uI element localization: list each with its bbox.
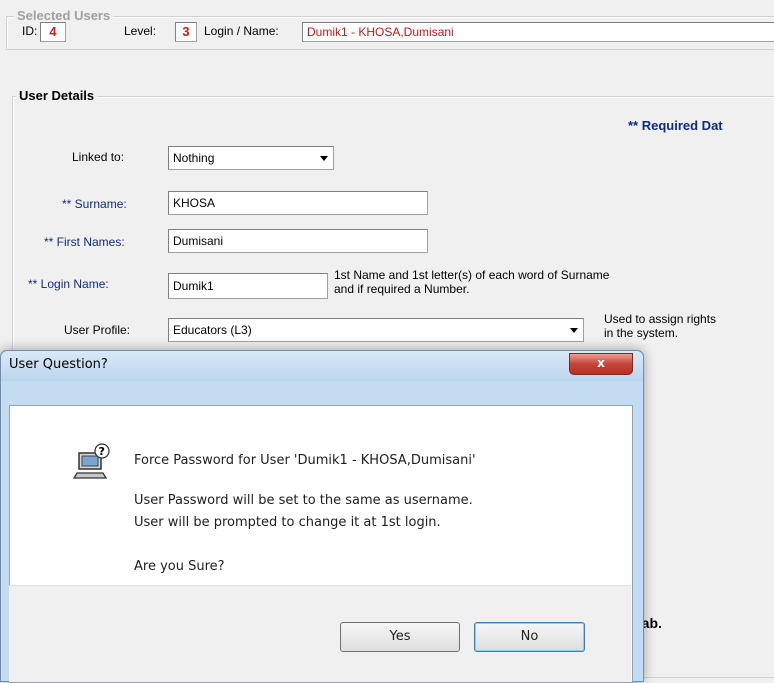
computer-question-icon: ? [72,443,113,483]
level-value: 3 [175,22,197,42]
user-profile-hint-2: in the system. [604,326,679,340]
login-name-input[interactable]: Dumik1 [168,273,328,299]
login-name-label-top: Login / Name: [204,24,279,38]
login-name-hint-2: and if required a Number. [334,282,470,296]
dialog-message-line4: Are you Sure? [134,559,225,574]
yes-button[interactable]: Yes [340,622,460,652]
no-button[interactable]: No [474,622,585,652]
login-name-hint-1: 1st Name and 1st letter(s) of each word … [334,268,610,282]
svg-text:?: ? [99,445,105,458]
chevron-down-icon[interactable] [566,322,582,338]
linked-to-select[interactable]: Nothing [168,146,334,170]
linked-to-value: Nothing [173,151,215,165]
close-button[interactable]: x [569,353,633,375]
dialog-message-line1: Force Password for User 'Dumik1 - KHOSA,… [134,453,476,468]
id-label: ID: [22,24,38,38]
user-details-legend: User Details [16,88,98,103]
login-name-label: ** Login Name: [28,277,109,291]
required-data-note: ** Required Dat [628,118,723,133]
linked-to-label: Linked to: [72,150,125,164]
user-profile-value: Educators (L3) [173,323,252,337]
surname-input[interactable]: KHOSA [168,191,428,215]
first-names-input[interactable]: Dumisani [168,229,428,253]
dialog-titlebar[interactable]: User Question? x [1,351,643,381]
id-value: 4 [40,22,66,42]
chevron-down-icon[interactable] [316,150,332,166]
dialog-title: User Question? [9,357,108,372]
level-label: Level: [124,24,157,38]
dialog-message-line2: User Password will be set to the same as… [134,493,473,508]
selected-users-legend: Selected Users [14,8,114,23]
close-icon: x [597,356,605,370]
selected-login-value: Dumik1 - KHOSA,Dumisani [302,22,774,42]
dialog-message-line3: User will be prompted to change it at 1s… [134,515,441,530]
first-names-label: ** First Names: [44,235,125,249]
user-question-dialog: User Question? x ? Force Password for Us… [0,350,644,683]
surname-label: ** Surname: [62,197,127,211]
user-profile-hint-1: Used to assign rights [604,312,717,326]
user-profile-select[interactable]: Educators (L3) [168,318,584,342]
user-profile-label: User Profile: [64,323,131,337]
